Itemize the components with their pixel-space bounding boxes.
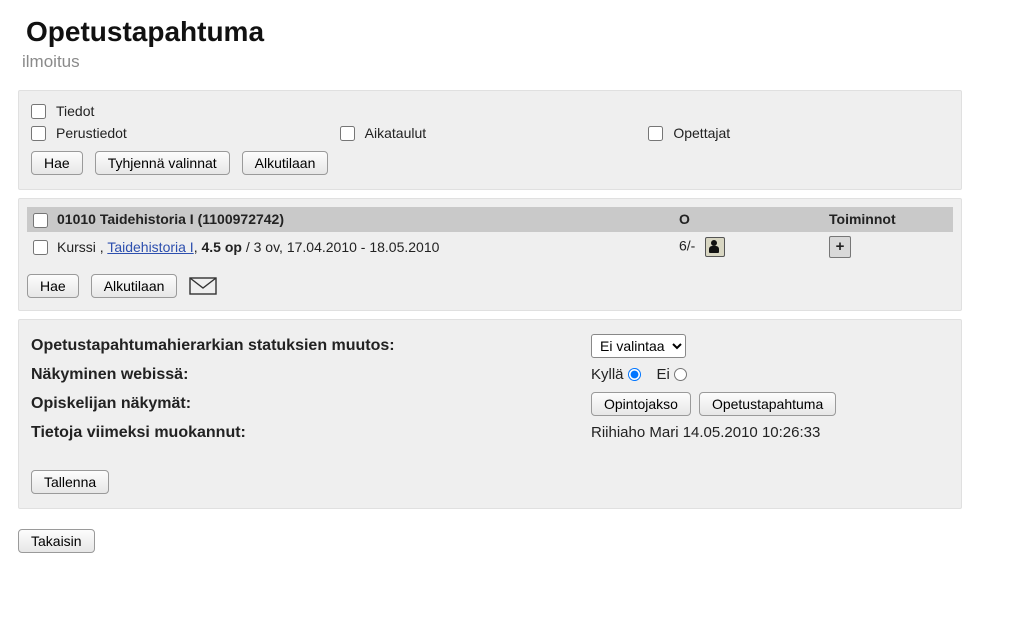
last-edited-value: Riihiaho Mari 14.05.2010 10:26:33 xyxy=(591,424,820,441)
hierarchy-status-label: Opetustapahtumahierarkian statuksien muu… xyxy=(31,337,591,355)
hae-button[interactable]: Hae xyxy=(31,151,83,175)
tiedot-checkbox[interactable] xyxy=(31,104,46,119)
opettajat-checkbox[interactable] xyxy=(648,126,663,141)
person-icon[interactable] xyxy=(705,237,725,257)
course-header-checkbox[interactable] xyxy=(33,213,48,228)
course-header-col3: Toiminnot xyxy=(823,207,953,232)
course-table: 01010 Taidehistoria I (1100972742) O Toi… xyxy=(27,207,953,262)
page-title: Opetustapahtuma xyxy=(26,16,962,48)
course-alkutilaan-button[interactable]: Alkutilaan xyxy=(91,274,178,298)
plus-icon[interactable]: + xyxy=(829,236,851,258)
course-op: 4.5 op xyxy=(201,239,241,255)
perustiedot-checkbox[interactable] xyxy=(31,126,46,141)
course-row-desc: Kurssi , Taidehistoria I, 4.5 op / 3 ov,… xyxy=(51,232,673,262)
mail-icon[interactable] xyxy=(189,276,217,296)
aikataulut-checkbox[interactable] xyxy=(340,126,355,141)
tyhjenna-valinnat-button[interactable]: Tyhjennä valinnat xyxy=(95,151,230,175)
course-row-col2: 6/- xyxy=(673,232,823,262)
course-panel: 01010 Taidehistoria I (1100972742) O Toi… xyxy=(18,198,962,311)
last-edited-label: Tietoja viimeksi muokannut: xyxy=(31,424,591,442)
web-visibility-no-radio[interactable] xyxy=(674,368,687,381)
web-visibility-yes-label: Kyllä xyxy=(591,366,624,383)
alkutilaan-button[interactable]: Alkutilaan xyxy=(242,151,329,175)
student-views-label: Opiskelijan näkymät: xyxy=(31,395,591,413)
page-subtitle: ilmoitus xyxy=(22,52,962,72)
web-visibility-yes-radio[interactable] xyxy=(628,368,641,381)
status-panel: Opetustapahtumahierarkian statuksien muu… xyxy=(18,319,962,509)
hierarchy-status-select[interactable]: Ei valintaa xyxy=(591,334,686,358)
filters-panel: Tiedot Perustiedot Aikataulut Opettajat … xyxy=(18,90,962,190)
tallenna-button[interactable]: Tallenna xyxy=(31,470,109,494)
tiedot-label: Tiedot xyxy=(56,103,94,119)
course-header-title: 01010 Taidehistoria I (1100972742) xyxy=(51,207,673,232)
course-row-checkbox[interactable] xyxy=(33,240,48,255)
course-col2-text: 6/- xyxy=(679,238,695,254)
opettajat-label: Opettajat xyxy=(673,125,730,141)
web-visibility-no-label: Ei xyxy=(657,366,670,383)
course-header-row: 01010 Taidehistoria I (1100972742) O Toi… xyxy=(27,207,953,232)
course-link[interactable]: Taidehistoria I xyxy=(107,239,193,255)
course-row: Kurssi , Taidehistoria I, 4.5 op / 3 ov,… xyxy=(27,232,953,262)
course-rest: / 3 ov, 17.04.2010 - 18.05.2010 xyxy=(242,239,439,255)
course-prefix: Kurssi , xyxy=(57,239,107,255)
opetustapahtuma-button[interactable]: Opetustapahtuma xyxy=(699,392,836,416)
perustiedot-label: Perustiedot xyxy=(56,125,127,141)
opintojakso-button[interactable]: Opintojakso xyxy=(591,392,691,416)
web-visibility-label: Näkyminen webissä: xyxy=(31,366,591,384)
aikataulut-label: Aikataulut xyxy=(365,125,426,141)
course-hae-button[interactable]: Hae xyxy=(27,274,79,298)
course-header-col2: O xyxy=(673,207,823,232)
takaisin-button[interactable]: Takaisin xyxy=(18,529,95,553)
